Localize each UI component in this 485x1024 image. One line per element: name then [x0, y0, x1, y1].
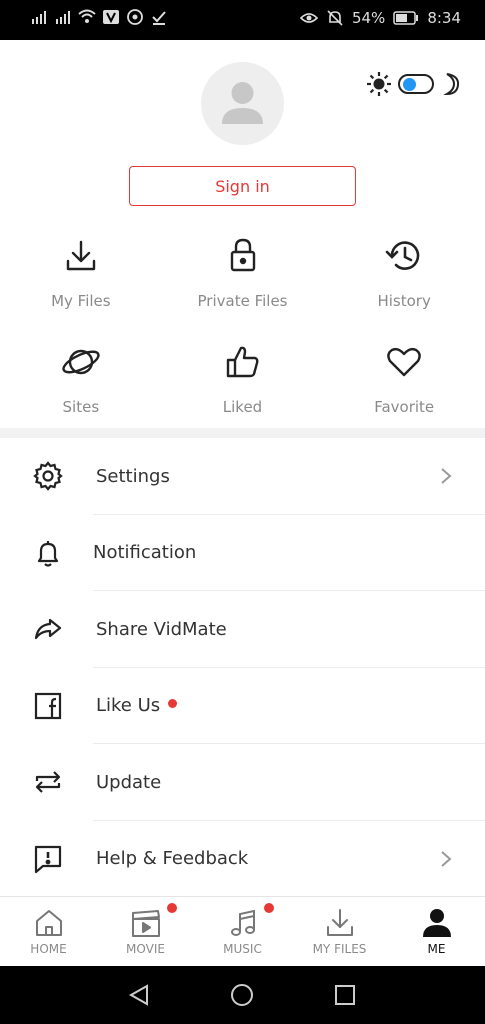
menu-item-label: Like Us — [96, 695, 178, 717]
section-divider — [0, 428, 485, 438]
nav-label: ME — [427, 942, 446, 956]
chevron-right-icon — [441, 850, 452, 867]
quick-action-label: Sites — [62, 398, 100, 416]
recents-icon[interactable] — [334, 984, 356, 1006]
thumbs-up-icon — [226, 346, 258, 378]
settings-menu: Settings Notification Share VidMate Like… — [0, 438, 485, 897]
sign-in-button[interactable]: Sign in — [129, 166, 356, 206]
signal-4g-icon — [56, 11, 70, 24]
menu-item-help-feedback[interactable]: Help & Feedback — [0, 821, 485, 898]
wifi-icon — [78, 9, 96, 23]
mute-bell-icon — [327, 10, 343, 26]
home-button-icon[interactable] — [230, 983, 254, 1007]
quick-action-label: Favorite — [374, 398, 435, 416]
menu-item-label: Share VidMate — [96, 618, 227, 640]
music-icon — [230, 909, 255, 936]
menu-item-update[interactable]: Update — [0, 744, 485, 821]
quick-action-label: History — [377, 292, 431, 310]
whatsapp-icon — [127, 9, 143, 25]
status-bar: 54% 8:34 — [0, 0, 485, 40]
history-icon — [385, 241, 420, 270]
bell-icon — [37, 540, 59, 567]
menu-item-label: Help & Feedback — [96, 848, 249, 870]
menu-item-notification[interactable]: Notification — [0, 515, 485, 591]
quick-action-history[interactable]: History — [323, 230, 485, 336]
quick-action-private-files[interactable]: Private Files — [162, 230, 324, 336]
quick-action-label: Private Files — [197, 292, 288, 310]
nav-home[interactable]: HOME — [0, 897, 97, 966]
moon-icon — [443, 73, 460, 96]
movie-new-dot — [167, 903, 177, 913]
system-navigation-bar — [0, 966, 485, 1024]
theme-switcher — [366, 70, 470, 98]
menu-item-label: Notification — [93, 542, 197, 564]
update-icon — [35, 771, 61, 794]
vidmate-icon — [103, 10, 119, 24]
menu-item-like-us[interactable]: Like Us — [0, 668, 485, 744]
toggle-knob — [403, 78, 416, 91]
back-icon[interactable] — [128, 983, 150, 1007]
status-right: 54% 8:34 — [299, 9, 461, 27]
dark-mode-toggle[interactable] — [398, 74, 434, 94]
quick-action-liked[interactable]: Liked — [162, 336, 324, 442]
quick-actions-grid: My Files Private Files History Sites Lik… — [0, 230, 485, 442]
share-icon — [34, 619, 62, 640]
quick-action-favorite[interactable]: Favorite — [323, 336, 485, 442]
avatar[interactable] — [201, 62, 284, 145]
planet-icon — [62, 349, 100, 375]
facebook-icon — [34, 692, 62, 719]
nav-music[interactable]: MUSIC — [194, 897, 291, 966]
sun-icon — [367, 72, 391, 96]
nav-my-files[interactable]: MY FILES — [291, 897, 388, 966]
bottom-navigation: HOME MOVIE MUSIC MY FILES ME — [0, 896, 485, 966]
battery-icon — [393, 11, 419, 25]
new-badge-dot — [168, 698, 178, 708]
menu-item-label: Update — [96, 771, 162, 793]
clock: 8:34 — [427, 9, 461, 27]
nav-label: MY FILES — [312, 942, 367, 956]
quick-action-sites[interactable]: Sites — [0, 336, 162, 442]
battery-percent: 54% — [351, 9, 386, 27]
signal-e-icon — [32, 11, 46, 24]
download-icon — [326, 909, 353, 936]
check-icon — [152, 11, 166, 25]
person-placeholder-icon — [222, 82, 263, 124]
quick-action-label: Liked — [222, 398, 263, 416]
menu-item-settings[interactable]: Settings — [0, 438, 485, 515]
menu-item-label-text: Like Us — [96, 695, 161, 717]
nav-me[interactable]: ME — [388, 897, 485, 966]
nav-label: HOME — [30, 942, 67, 956]
eye-icon — [299, 13, 318, 23]
menu-item-label: Settings — [96, 465, 170, 487]
gear-icon — [33, 461, 63, 491]
quick-action-label: My Files — [51, 292, 111, 310]
heart-icon — [387, 347, 421, 377]
download-icon — [66, 240, 96, 271]
feedback-icon — [34, 845, 62, 873]
lock-icon — [230, 238, 255, 272]
home-icon — [35, 910, 62, 936]
movie-icon — [131, 910, 160, 937]
chevron-right-icon — [441, 468, 452, 485]
status-left-icons — [30, 9, 168, 25]
person-icon — [422, 909, 451, 937]
quick-action-my-files[interactable]: My Files — [0, 230, 162, 336]
nav-label: MUSIC — [223, 942, 262, 956]
music-new-dot — [264, 903, 274, 913]
nav-label: MOVIE — [126, 942, 165, 956]
menu-item-share[interactable]: Share VidMate — [0, 591, 485, 668]
nav-movie[interactable]: MOVIE — [97, 897, 194, 966]
